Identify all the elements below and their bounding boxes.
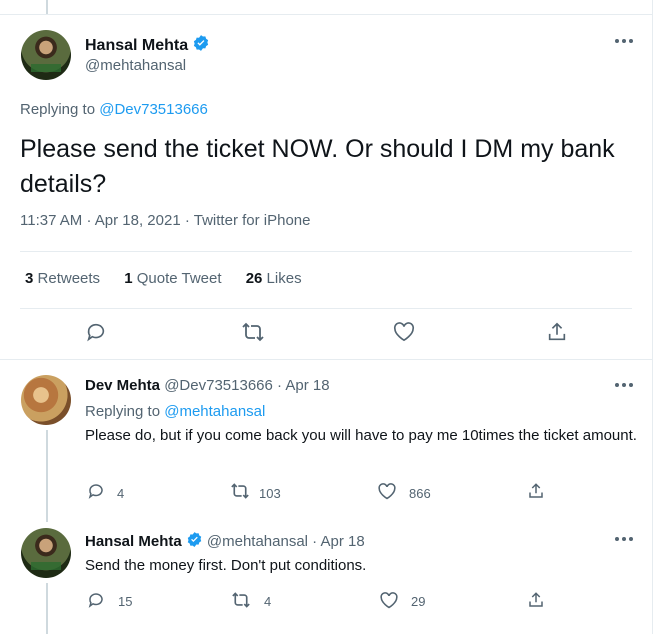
- retweet-icon: [242, 322, 264, 342]
- reply-count: 15: [118, 594, 133, 609]
- thread-connector-top: [46, 0, 48, 14]
- retweet-button[interactable]: [230, 482, 250, 500]
- replying-to: Replying to @mehtahansal: [85, 403, 266, 420]
- replying-to: Replying to @Dev73513666: [20, 101, 208, 118]
- retweet-icon: [232, 592, 250, 608]
- avatar[interactable]: [21, 30, 71, 80]
- more-icon[interactable]: [615, 382, 633, 388]
- verified-badge-icon: [187, 532, 201, 547]
- divider: [20, 251, 632, 252]
- timeline-border: [652, 0, 653, 634]
- author-handle[interactable]: @mehtahansal: [85, 57, 186, 74]
- tweet-text: Send the money first. Don't put conditio…: [85, 557, 367, 574]
- tweet-source[interactable]: Twitter for iPhone: [194, 212, 311, 229]
- tweet-timestamp: 11:37 AM · Apr 18, 2021 · Twitter for iP…: [20, 212, 311, 229]
- tweet-text: Please do, but if you come back you will…: [85, 427, 637, 444]
- share-icon: [529, 592, 543, 607]
- author-name[interactable]: Dev Mehta: [85, 377, 160, 394]
- author-name[interactable]: Hansal Mehta: [85, 34, 210, 55]
- reply-header: Hansal Mehta @mehtahansal · Apr 18: [85, 532, 365, 550]
- thread-connector: [46, 583, 48, 634]
- divider: [0, 359, 652, 360]
- more-icon[interactable]: [615, 38, 633, 44]
- mention-link[interactable]: @Dev73513666: [99, 101, 208, 118]
- retweets-stat[interactable]: 3 Retweets: [25, 270, 100, 287]
- like-icon: [393, 322, 415, 342]
- retweet-count: 103: [259, 486, 281, 501]
- like-count: 29: [411, 594, 426, 609]
- share-button[interactable]: [546, 321, 568, 343]
- reply-icon: [88, 593, 103, 608]
- retweet-button[interactable]: [231, 591, 251, 609]
- thread-connector: [46, 430, 48, 522]
- top-divider: [0, 14, 652, 15]
- reply-header: Dev Mehta @Dev73513666 · Apr 18: [85, 377, 330, 394]
- like-icon: [380, 592, 398, 609]
- retweet-button[interactable]: [241, 321, 265, 343]
- avatar[interactable]: [21, 375, 71, 425]
- more-icon[interactable]: [615, 536, 633, 542]
- tweet-date[interactable]: Apr 18: [321, 533, 365, 550]
- tweet-date[interactable]: Apr 18, 2021: [95, 212, 181, 229]
- author-handle[interactable]: @mehtahansal: [207, 533, 308, 550]
- like-button[interactable]: [377, 483, 397, 500]
- retweet-count: 4: [264, 594, 272, 609]
- like-icon: [378, 483, 396, 500]
- like-button[interactable]: [379, 592, 399, 609]
- like-count: 866: [409, 486, 431, 501]
- quote-tweets-stat[interactable]: 1 Quote Tweet: [124, 270, 221, 287]
- likes-stat[interactable]: 26 Likes: [246, 270, 302, 287]
- tweet-text: Please send the ticket NOW. Or should I …: [20, 135, 615, 198]
- retweet-icon: [231, 483, 249, 499]
- author-handle[interactable]: @Dev73513666: [164, 377, 273, 394]
- reply-count: 4: [117, 486, 125, 501]
- share-icon: [548, 322, 566, 341]
- tweet-date[interactable]: Apr 18: [285, 377, 329, 394]
- tweet-time[interactable]: 11:37 AM: [20, 212, 82, 229]
- share-icon: [529, 483, 543, 498]
- mention-link[interactable]: @mehtahansal: [164, 403, 265, 420]
- author-name[interactable]: Hansal Mehta: [85, 533, 182, 550]
- share-button[interactable]: [527, 482, 545, 500]
- reply-icon: [88, 484, 103, 499]
- avatar[interactable]: [21, 528, 71, 578]
- share-button[interactable]: [527, 591, 545, 609]
- like-button[interactable]: [393, 322, 415, 342]
- reply-button[interactable]: [87, 591, 105, 609]
- reply-button[interactable]: [87, 482, 105, 500]
- tweet-stats: 3 Retweets 1 Quote Tweet 26 Likes: [25, 270, 322, 287]
- divider: [20, 308, 632, 309]
- reply-button[interactable]: [85, 321, 107, 343]
- verified-badge-icon: [194, 35, 209, 51]
- reply-icon: [87, 323, 105, 342]
